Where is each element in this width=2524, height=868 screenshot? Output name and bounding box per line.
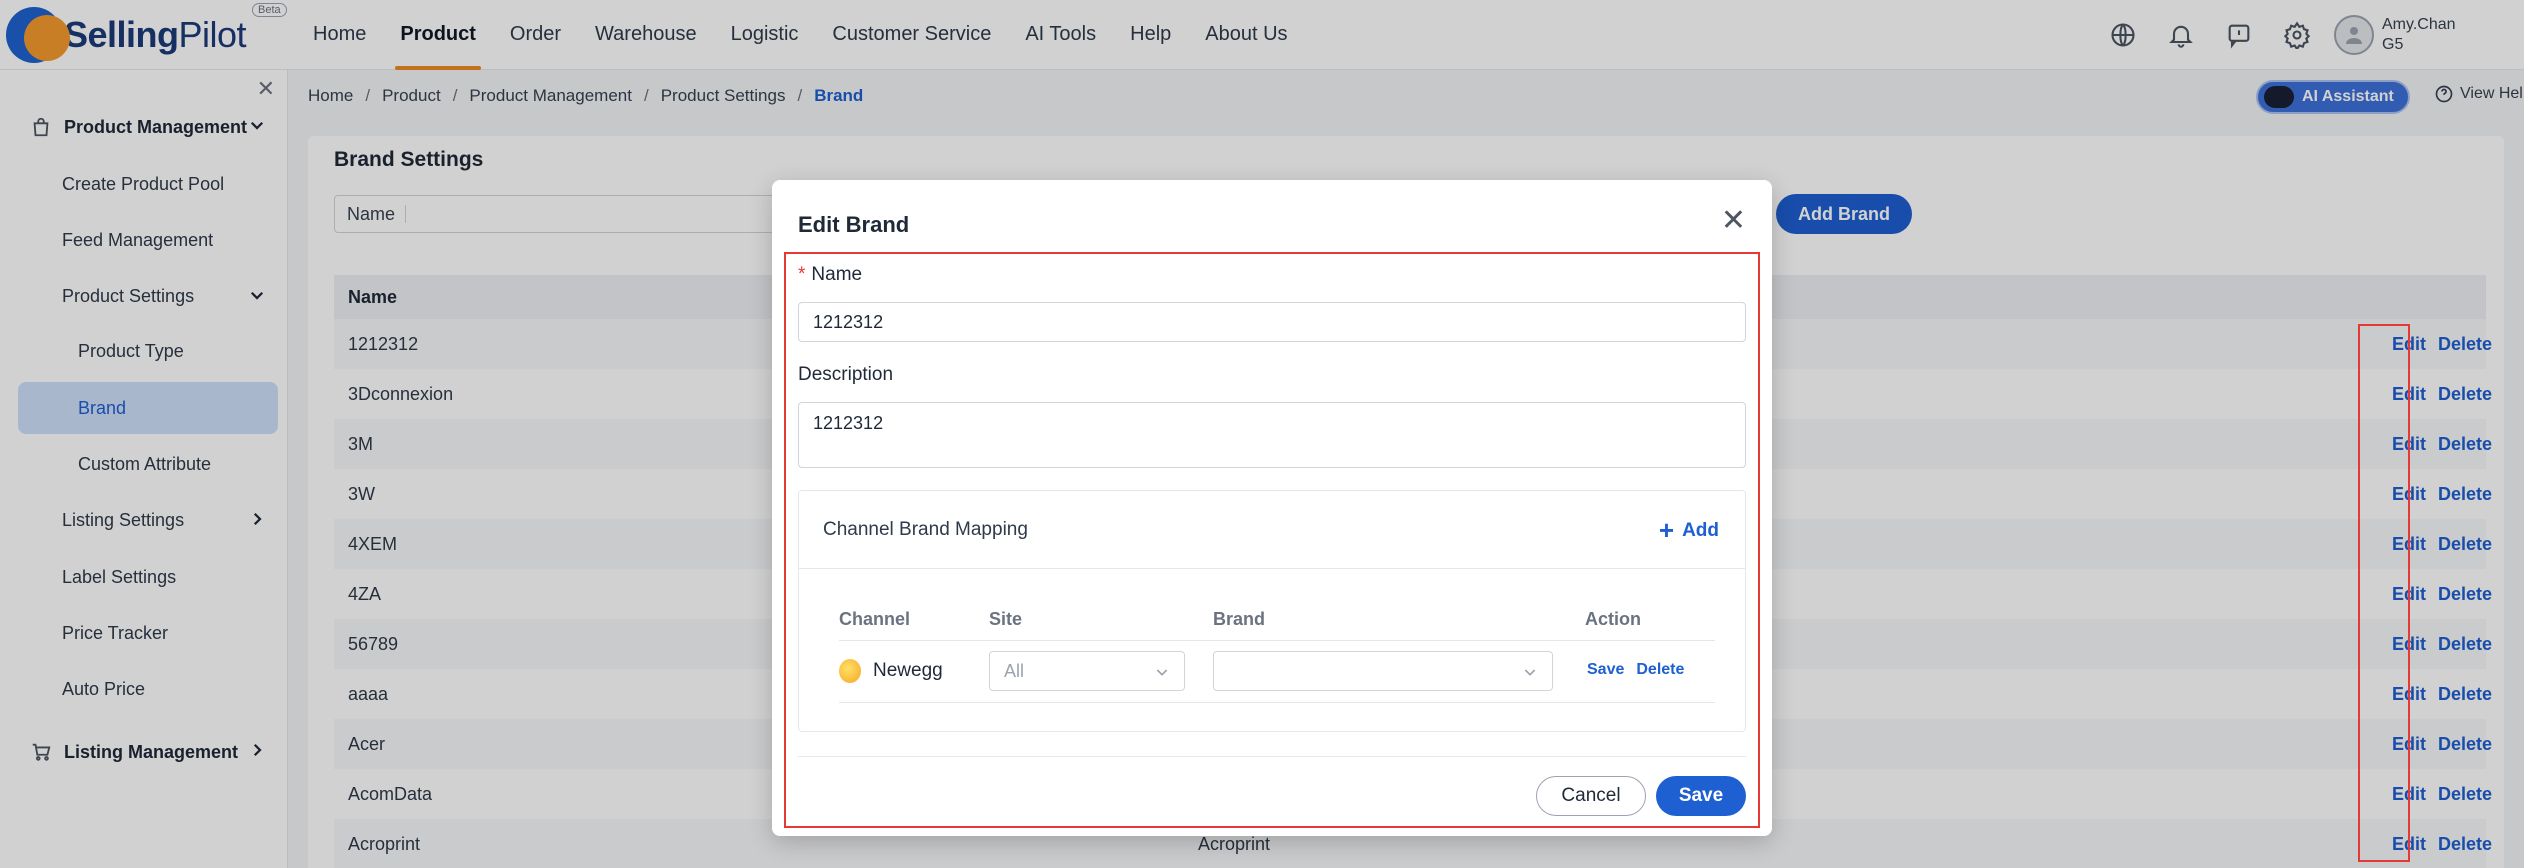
modal-title: Edit Brand xyxy=(798,212,910,237)
modal-footer-divider xyxy=(798,756,1746,757)
channel-cell: Newegg xyxy=(839,659,943,683)
edit-brand-modal: Edit Brand ✕ * Name 1212312 Description 1… xyxy=(772,180,1772,836)
channel-name: Newegg xyxy=(873,660,943,681)
chevron-down-icon xyxy=(1154,664,1170,685)
description-label: Description xyxy=(798,364,894,385)
site-select-value: All xyxy=(1004,660,1025,681)
cancel-button[interactable]: Cancel xyxy=(1536,776,1646,816)
save-button[interactable]: Save xyxy=(1656,776,1746,816)
mapping-header: Channel Brand Mapping + Add xyxy=(799,491,1745,569)
description-field[interactable]: 1212312 xyxy=(798,402,1746,468)
edit-column-highlight xyxy=(2358,324,2410,862)
name-field[interactable]: 1212312 xyxy=(798,302,1746,342)
col-site: Site xyxy=(989,609,1023,629)
mapping-table-header: Channel Site Brand Action xyxy=(839,599,1715,641)
site-select[interactable]: All xyxy=(989,651,1185,691)
add-label: Add xyxy=(1682,519,1719,541)
newegg-icon xyxy=(839,659,861,683)
mapping-delete-link[interactable]: Delete xyxy=(1636,661,1684,679)
channel-brand-mapping-panel: Channel Brand Mapping + Add Channel Site… xyxy=(798,490,1746,732)
col-brand: Brand xyxy=(1213,609,1266,629)
mapping-save-link[interactable]: Save xyxy=(1587,661,1624,679)
col-action: Action xyxy=(1585,609,1641,629)
mapping-table: Channel Site Brand Action Newegg All Sav… xyxy=(839,599,1715,703)
brand-select[interactable] xyxy=(1213,651,1553,691)
mapping-title: Channel Brand Mapping xyxy=(823,518,1028,540)
col-channel: Channel xyxy=(839,609,911,629)
plus-icon: + xyxy=(1658,515,1675,545)
name-label: * Name xyxy=(798,264,863,285)
add-mapping-button[interactable]: + Add xyxy=(1659,515,1719,546)
close-icon[interactable]: ✕ xyxy=(1721,206,1746,236)
mapping-row: Newegg All Save Delete xyxy=(839,641,1715,703)
chevron-down-icon xyxy=(1522,664,1538,685)
mapping-actions: Save Delete xyxy=(1587,661,1684,679)
